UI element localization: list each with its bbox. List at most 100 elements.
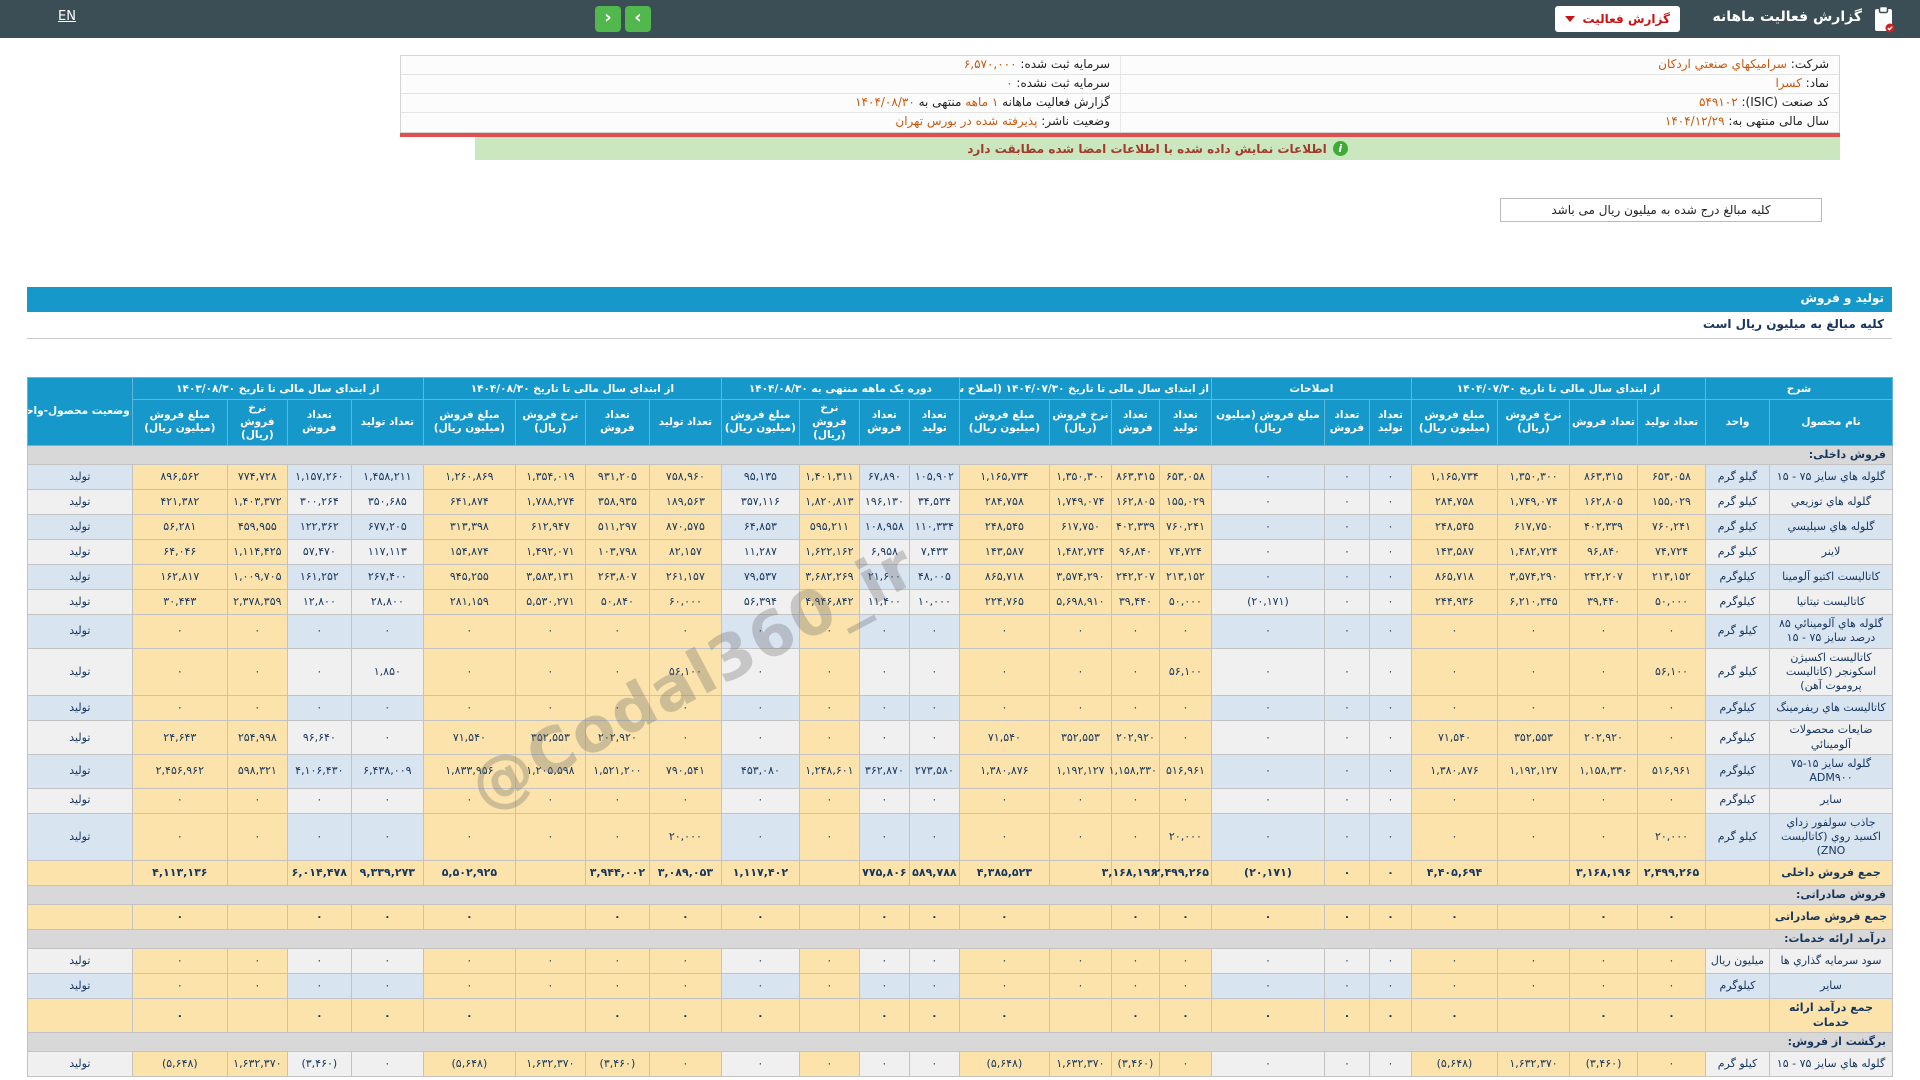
value-cell: ۴۵۳,۰۸۰ [721,755,799,789]
value-cell: ۷۱,۵۴۰ [1411,721,1497,755]
value-cell: ۱۵۵,۰۲۹ [1159,489,1211,514]
value-cell: ۱,۴۸۲,۷۲۴ [1498,539,1570,564]
value-cell: ۰ [227,949,287,974]
column-header: واحد [1706,400,1770,446]
value-cell: ۰ [859,788,909,813]
value-cell: ۰ [132,974,227,999]
value-cell: ۰ [287,999,351,1033]
value-cell: ۰ [1638,696,1706,721]
language-toggle-en[interactable]: EN [58,9,76,24]
value-cell: ۲۰۲,۹۲۰ [1570,721,1638,755]
table-row: ضایعات محصولات آلومینائيکیلوگرم۰۲۰۲,۹۲۰۳… [27,721,1892,755]
value-cell: ۳,۵۷۴,۲۹۰ [1049,564,1111,589]
value-cell: ۰ [515,788,585,813]
symbol-value: کسرا [1775,76,1801,90]
isic-value: ۵۴۹۱۰۲ [1699,95,1738,109]
value-cell: ۶۱۷,۷۵۰ [1049,514,1111,539]
info-row: سال مالی منتهی به: ۱۴۰۴/۱۲/۲۹ وضعیت ناشر… [401,113,1839,132]
value-cell: ۰ [721,696,799,721]
value-cell: ۵۰,۰۰۰ [1159,589,1211,614]
value-cell: ۳۵۲,۵۵۳ [1049,721,1111,755]
value-cell: ۲۴۲,۲۰۷ [1111,564,1159,589]
registered-capital-cell: سرمایه ثبت شده: ۶,۵۷۰,۰۰۰ [401,56,1120,74]
unregistered-capital-value: ۰ [1006,76,1012,90]
value-cell: ۰ [1324,614,1369,648]
value-cell: ۰ [132,813,227,861]
unit-cell: کیلوگرم [1706,788,1770,813]
value-cell: ۰ [1369,755,1411,789]
value-cell: ۲۸۱,۱۵۹ [423,589,515,614]
value-cell: ۰ [799,696,859,721]
value-cell: ۰ [1049,696,1111,721]
unit-cell: کیلو گرم [1706,1052,1770,1077]
value-cell: ۰ [649,905,721,930]
value-cell: ۰ [1369,788,1411,813]
value-cell: ۰ [1369,614,1411,648]
value-cell: ۰ [649,1052,721,1077]
column-group-header: اصلاحات [1211,378,1411,400]
value-cell: ۰ [1324,813,1369,861]
value-cell: ۰ [799,721,859,755]
value-cell: ۰ [909,1052,959,1077]
unit-cell: کیلو گرم [1706,813,1770,861]
value-cell: ۰ [1159,999,1211,1033]
value-cell: ۳۵۲,۵۵۳ [515,721,585,755]
value-cell: ۸۲,۱۵۷ [649,539,721,564]
previous-report-button[interactable]: › [625,6,651,32]
value-cell: ۰ [799,614,859,648]
report-type-dropdown[interactable]: گزارش فعالیت [1555,6,1680,32]
column-header: تعداد تولید [1159,400,1211,446]
signed-info-banner: i اطلاعات نمایش داده شده با اطلاعات امضا… [475,137,1840,160]
column-group-header: از ابتدای سال مالی تا تاریخ ۱۴۰۳/۰۸/۳۰ [132,378,423,400]
value-cell: ۰ [515,974,585,999]
value-cell: ۰ [1411,999,1497,1033]
value-cell: ۱۲,۸۰۰ [287,589,351,614]
table-row: سایرکیلوگرم۰۰۰۰۰۰۰۰۰۰۰۰۰۰۰۰۰۰۰۰۰۰۰تولید [27,788,1892,813]
value-cell: ۱,۴۵۸,۲۱۱ [351,464,423,489]
fiscal-year-cell: سال مالی منتهی به: ۱۴۰۴/۱۲/۲۹ [1120,113,1839,132]
info-row: کد صنعت (ISIC): ۵۴۹۱۰۲ گزارش فعالیت ماها… [401,94,1839,113]
unit-cell: کیلوگرم [1706,721,1770,755]
value-cell: ۰ [423,974,515,999]
status-cell: تولید [27,648,132,696]
value-cell: ۰ [1498,648,1570,696]
value-cell: ۰ [1049,788,1111,813]
value-cell: ۰ [1369,1052,1411,1077]
value-cell: ۰ [1570,905,1638,930]
value-cell: ۰ [227,813,287,861]
value-cell: ۰ [227,974,287,999]
production-table: شرحاز ابتدای سال مالی تا تاریخ ۱۴۰۴/۰۷/۳… [27,377,1893,1077]
value-cell: ۰ [909,696,959,721]
product-name-cell: کاتالیست تیتانیا [1770,589,1893,614]
status-cell: تولید [27,589,132,614]
value-cell: ۲۴,۶۴۳ [132,721,227,755]
next-report-button[interactable]: ‹ [595,6,621,32]
value-cell: ۶۱۷,۷۵۰ [1498,514,1570,539]
product-name-cell: گلوله هاي سایز ۷۵ - ۱۵ [1770,1052,1893,1077]
value-cell: ۰ [515,813,585,861]
value-cell: ۰ [1369,813,1411,861]
value-cell [515,861,585,886]
value-cell: ۱,۱۱۴,۴۲۵ [227,539,287,564]
value-cell: ۰ [515,696,585,721]
value-cell: ۶,۹۵۸ [859,539,909,564]
value-cell: ۲۸۴,۷۵۸ [1411,489,1497,514]
value-cell: ۶۴۱,۸۷۴ [423,489,515,514]
isic-cell: کد صنعت (ISIC): ۵۴۹۱۰۲ [1120,94,1839,112]
value-cell: ۰ [1049,614,1111,648]
value-cell: ۰ [799,813,859,861]
value-cell: ۰ [721,974,799,999]
status-cell: تولید [27,696,132,721]
unit-cell: کیلو گرم [1706,648,1770,696]
value-cell: ۰ [1111,614,1159,648]
value-cell: ۲۶۷,۴۰۰ [351,564,423,589]
value-cell: (۳,۴۶۰) [287,1052,351,1077]
value-cell: ۰ [909,949,959,974]
value-cell: ۰ [1411,648,1497,696]
value-cell: ۰ [132,999,227,1033]
value-cell: ۱,۱۶۵,۷۳۴ [1411,464,1497,489]
status-cell [27,905,132,930]
value-cell [1049,905,1111,930]
value-cell: ۱۰۵,۹۰۲ [909,464,959,489]
value-cell: ۰ [1211,788,1324,813]
